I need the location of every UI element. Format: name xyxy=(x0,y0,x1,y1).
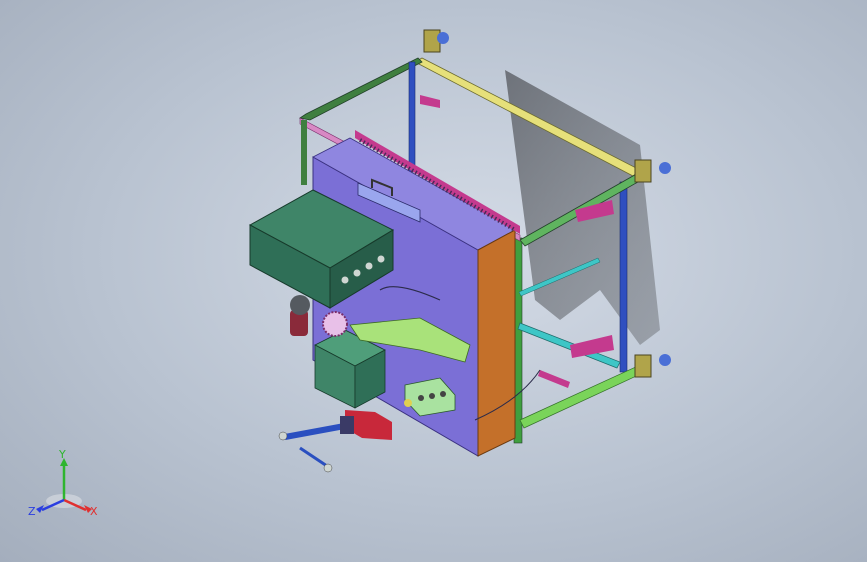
z-axis-label: Z xyxy=(28,505,36,518)
coordinate-triad: Y X Z xyxy=(28,448,98,518)
gear-wheel[interactable] xyxy=(322,311,348,337)
x-axis-label: X xyxy=(90,505,98,518)
motor[interactable] xyxy=(290,295,310,336)
cad-viewport[interactable]: Y X Z xyxy=(0,0,867,562)
cylinder-assembly[interactable] xyxy=(278,410,392,473)
left-green-post[interactable] xyxy=(301,120,307,185)
assembly-model[interactable]: Y X Z xyxy=(0,0,867,562)
y-axis-label: Y xyxy=(58,448,66,461)
side-panel[interactable] xyxy=(477,229,516,457)
